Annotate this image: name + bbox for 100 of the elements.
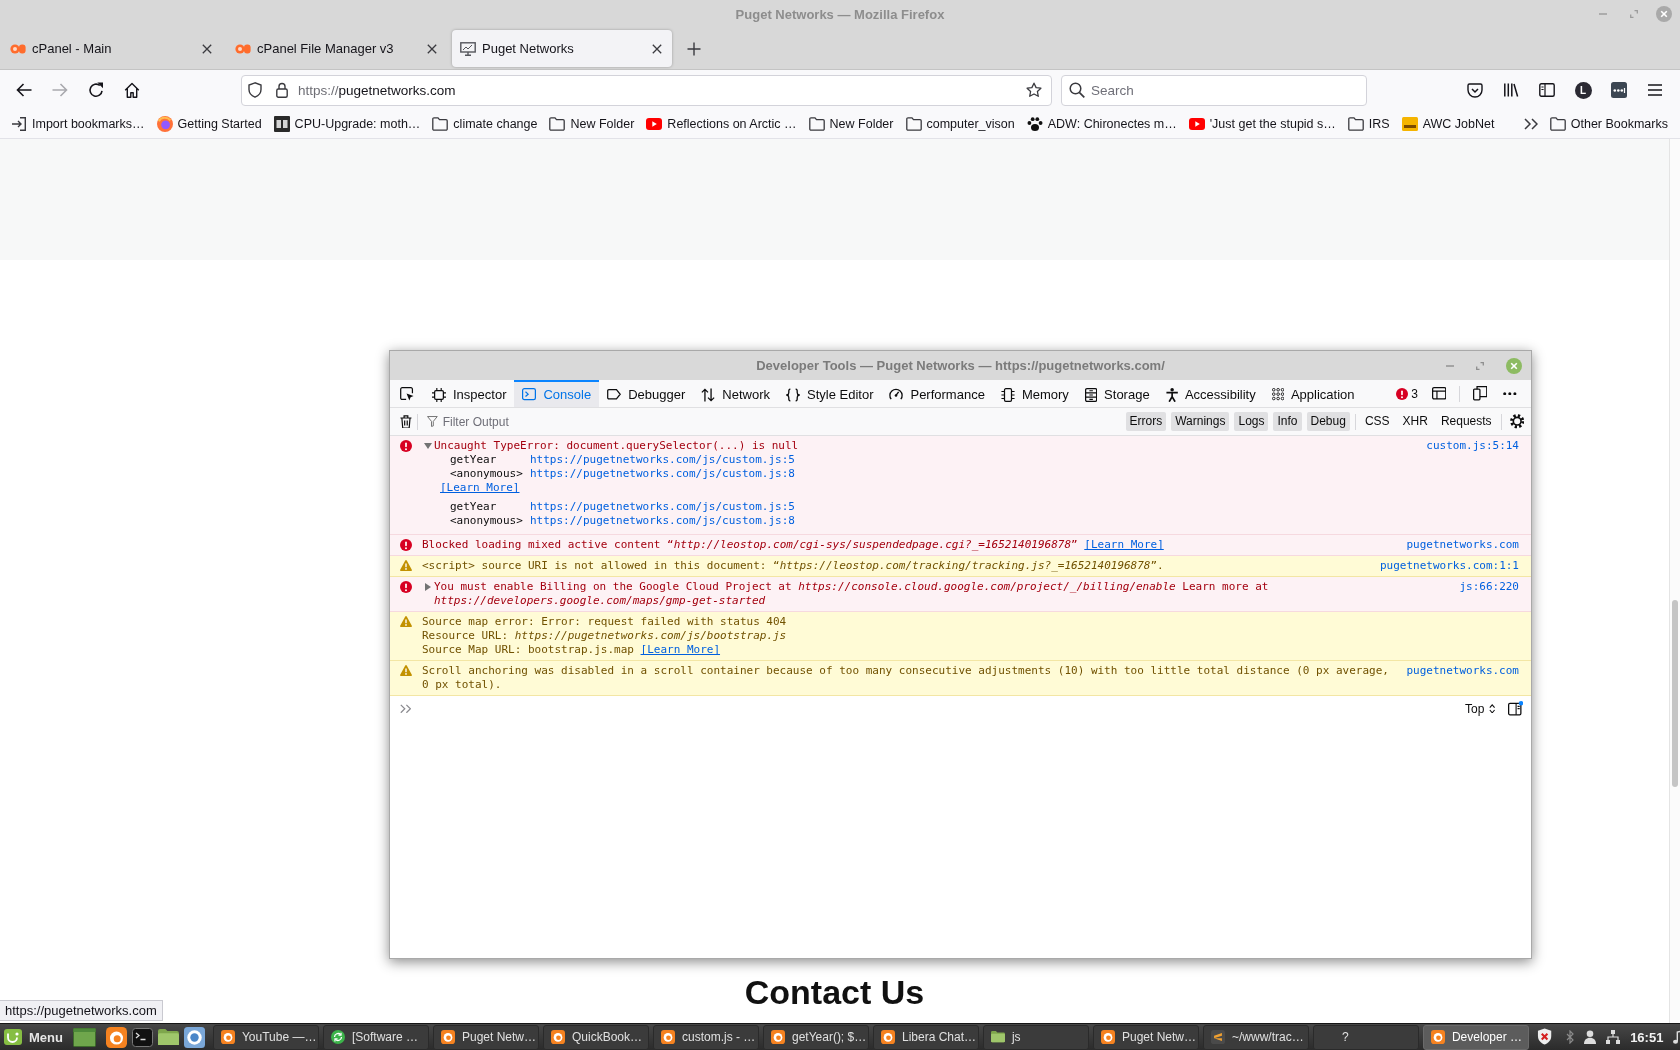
taskbar-window-button[interactable]: getYear(); $… xyxy=(762,1024,869,1050)
folder-icon[interactable] xyxy=(157,1028,179,1046)
bookmark-item[interactable]: 'Just get the stupid s… xyxy=(1182,112,1342,136)
menu-icon[interactable] xyxy=(1647,84,1663,96)
clock[interactable]: 16:51 xyxy=(1630,1029,1664,1045)
filter-button[interactable]: XHR xyxy=(1398,412,1432,431)
taskbar-window-button[interactable]: Developer … xyxy=(1422,1024,1529,1050)
lock-icon[interactable] xyxy=(276,82,288,98)
filter-button[interactable]: Debug xyxy=(1306,412,1350,431)
stack-link[interactable]: https://pugetnetworks.com/js/custom.js:8 xyxy=(530,467,795,481)
bookmark-item[interactable]: New Folder xyxy=(802,112,900,136)
devtools-tab[interactable]: Application xyxy=(1263,380,1363,407)
bookmark-item[interactable]: Import bookmarks… xyxy=(5,112,151,136)
bluetooth-icon[interactable] xyxy=(1566,1030,1575,1044)
devtools-tab[interactable]: Accessibility xyxy=(1157,380,1264,407)
filter-button[interactable]: Errors xyxy=(1125,412,1167,431)
devtools-tab[interactable]: Performance xyxy=(881,380,993,407)
taskbar-window-button[interactable]: Puget Netw… xyxy=(1092,1024,1199,1050)
network-icon[interactable] xyxy=(1606,1030,1621,1044)
stack-link[interactable]: https://pugetnetworks.com/js/custom.js:5 xyxy=(530,500,795,514)
menu-button[interactable]: Menu xyxy=(0,1024,67,1050)
taskbar-window-button[interactable]: js xyxy=(982,1024,1089,1050)
responsive-design-icon[interactable] xyxy=(1472,386,1488,401)
devtools-tab[interactable]: Style Editor xyxy=(778,380,882,407)
dock-layout-icon[interactable] xyxy=(1431,387,1447,400)
taskbar-window-button[interactable]: Libera Chat… xyxy=(872,1024,979,1050)
taskbar-window-button[interactable]: [Software … xyxy=(322,1024,429,1050)
bookmark-item[interactable]: climate change xyxy=(426,112,544,136)
bookmark-item[interactable]: ADW: Chironectes m… xyxy=(1020,112,1183,136)
close-icon[interactable] xyxy=(427,43,437,54)
error-count-button[interactable]: 3 xyxy=(1390,380,1424,407)
context-select[interactable]: Top xyxy=(1460,701,1500,716)
close-icon[interactable] xyxy=(652,43,662,54)
bookmark-item[interactable]: computer_vison xyxy=(899,112,1021,136)
bookmark-item[interactable]: Other Bookmarks xyxy=(1543,112,1674,136)
browser-app-icon[interactable] xyxy=(105,1026,127,1048)
devtools-tab[interactable]: Console xyxy=(514,380,600,407)
devtools-tab[interactable]: Debugger xyxy=(599,380,694,407)
filter-button[interactable]: Logs xyxy=(1234,412,1269,431)
bookmark-item[interactable]: CPU-Upgrade: moth… xyxy=(267,112,427,136)
source-link[interactable]: pugetnetworks.com xyxy=(1406,538,1519,552)
learn-more-link[interactable]: [Learn More] xyxy=(440,481,520,494)
source-link[interactable]: pugetnetworks.com:1:1 xyxy=(1379,559,1519,573)
stack-link[interactable]: https://pugetnetworks.com/js/custom.js:5 xyxy=(530,453,795,467)
element-picker-icon[interactable] xyxy=(400,386,414,401)
account-button[interactable]: L xyxy=(1574,81,1592,99)
search-field[interactable]: Search xyxy=(1061,74,1367,106)
taskbar-window-button[interactable]: ? xyxy=(1312,1024,1419,1050)
extension-icon[interactable] xyxy=(1611,82,1627,98)
devtools-tab[interactable]: Memory xyxy=(992,380,1077,407)
bookmark-item[interactable]: IRS xyxy=(1341,112,1396,136)
taskbar-window-button[interactable]: ~/www/trac… xyxy=(1202,1024,1309,1050)
reload-icon[interactable] xyxy=(88,82,104,98)
browser-tab[interactable]: Puget Networks xyxy=(452,30,672,67)
back-icon[interactable] xyxy=(16,83,32,97)
filter-button[interactable]: Requests xyxy=(1436,412,1496,431)
filter-field[interactable]: Filter Output xyxy=(422,410,1111,433)
library-icon[interactable] xyxy=(1503,82,1519,98)
user-icon[interactable] xyxy=(1584,1030,1597,1044)
taskbar-window-button[interactable]: Puget Netw… xyxy=(432,1024,539,1050)
settings-icon[interactable] xyxy=(1509,414,1524,429)
disclosure-triangle-icon[interactable] xyxy=(425,583,431,591)
sidebar-toggle-icon[interactable] xyxy=(1507,701,1523,716)
browser-app-icon[interactable] xyxy=(183,1026,205,1048)
taskbar-window-button[interactable]: custom.js - … xyxy=(652,1024,759,1050)
devtools-tab[interactable]: Storage xyxy=(1076,380,1158,407)
terminal-icon[interactable] xyxy=(131,1027,153,1047)
address-bar[interactable]: https://pugetnetworks.com xyxy=(241,74,1052,106)
shield-icon[interactable] xyxy=(1536,1028,1553,1046)
source-link[interactable]: custom.js:5:14 xyxy=(1426,439,1519,453)
disclosure-triangle-icon[interactable] xyxy=(424,443,432,449)
devtools-tab[interactable]: Inspector xyxy=(424,380,515,407)
filter-button[interactable]: CSS xyxy=(1360,412,1394,431)
taskbar-window-button[interactable]: YouTube —… xyxy=(212,1024,319,1050)
stack-link[interactable]: https://pugetnetworks.com/js/custom.js:8 xyxy=(530,514,795,528)
scrollbar-thumb[interactable] xyxy=(1672,600,1678,787)
devtools-tab[interactable]: Network xyxy=(693,380,778,407)
more-options-icon[interactable] xyxy=(1503,391,1517,396)
bookmark-item[interactable]: AWC JobNet xyxy=(1395,112,1501,136)
home-icon[interactable] xyxy=(124,82,140,98)
browser-tab[interactable]: cPanel - Main xyxy=(2,30,222,67)
filter-button[interactable]: Info xyxy=(1273,412,1302,431)
shield-icon[interactable] xyxy=(248,82,262,98)
sidebar-icon[interactable] xyxy=(1539,83,1555,97)
double-chevron-icon[interactable] xyxy=(1523,118,1538,130)
taskbar-window-button[interactable]: QuickBook… xyxy=(542,1024,649,1050)
bookmark-item[interactable]: New Folder xyxy=(543,112,641,136)
source-link[interactable]: pugetnetworks.com xyxy=(1406,664,1519,678)
filter-button[interactable]: Warnings xyxy=(1171,412,1230,431)
close-icon[interactable] xyxy=(202,43,212,54)
pocket-icon[interactable] xyxy=(1467,82,1483,98)
star-icon[interactable] xyxy=(1026,82,1042,98)
learn-more-link[interactable]: [Learn More] xyxy=(640,643,721,656)
browser-tab[interactable]: cPanel File Manager v3 xyxy=(227,30,447,67)
bookmark-item[interactable]: Getting Started xyxy=(150,112,268,136)
source-link[interactable]: js:66:220 xyxy=(1459,580,1519,594)
plus-icon[interactable] xyxy=(687,42,701,56)
trash-icon[interactable] xyxy=(400,414,412,429)
desktop-icon[interactable] xyxy=(72,1027,96,1047)
bookmark-item[interactable]: Reflections on Arctic … xyxy=(640,112,803,136)
